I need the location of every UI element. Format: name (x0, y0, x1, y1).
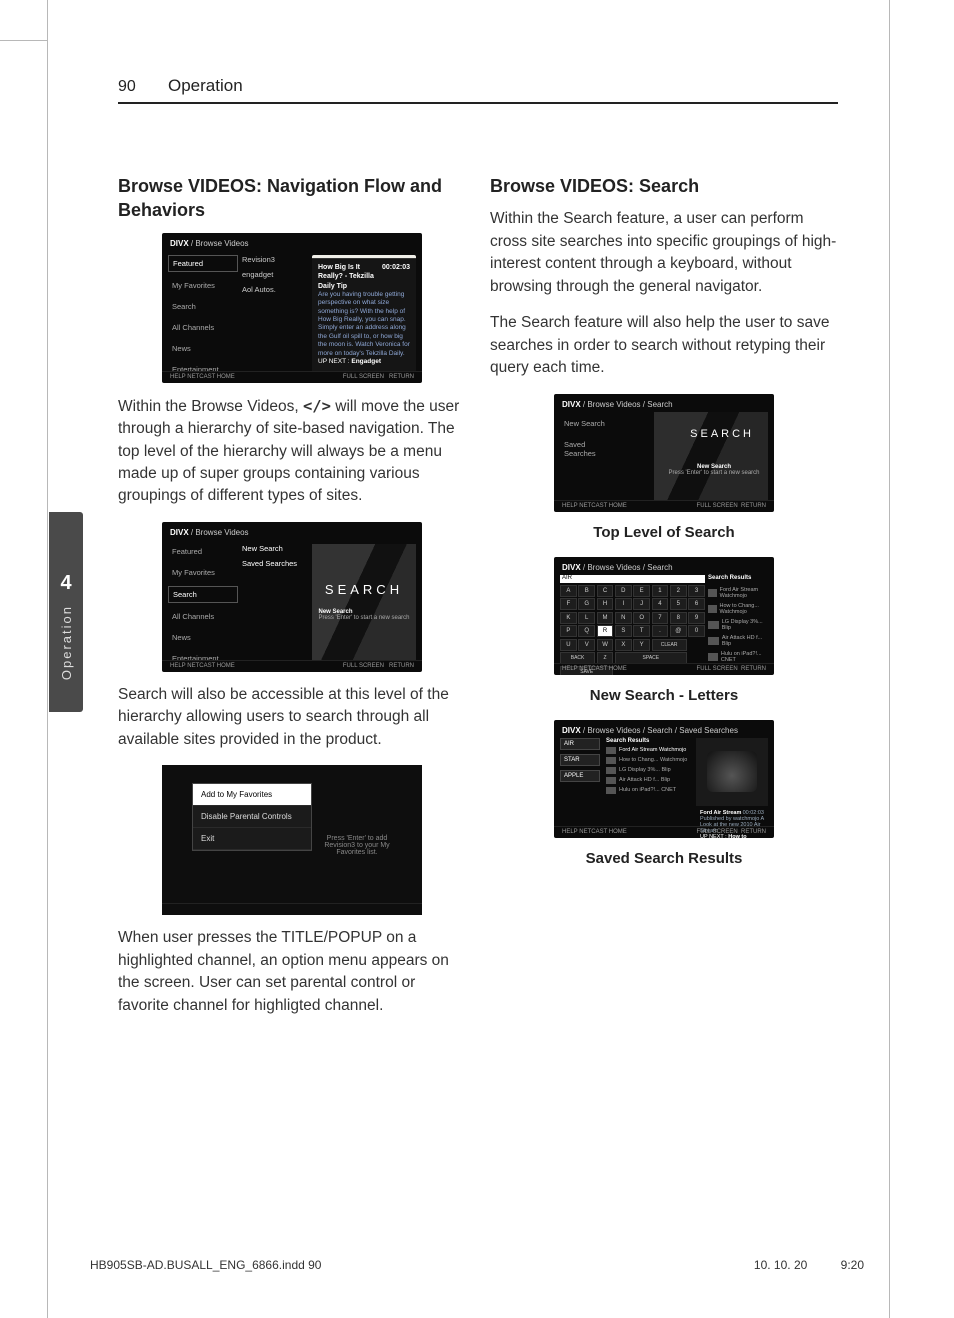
popup-menu: Add to My FavoritesDisable Parental Cont… (192, 783, 312, 851)
print-footer: HB905SB-AD.BUSALL_ENG_6866.indd 90 10. 1… (90, 1258, 864, 1272)
onscreen-keyboard: ABCDE123FGHIJ456KLMNO789PQRST.@0UVWXYCLE… (560, 585, 705, 675)
footer-time: 9:20 (841, 1258, 864, 1272)
shot2-hero: SEARCH New SearchPress 'Enter' to start … (312, 544, 416, 660)
shot1-desc: How Big Is It Really? - Tekzilla Daily T… (312, 258, 416, 370)
nav-glyph: </> (303, 397, 331, 415)
keyboard-results: Search Results Ford Air Stream Watchmojo… (708, 575, 768, 663)
chapter-label: Operation (59, 605, 74, 680)
chapter-tab: 4 Operation (49, 512, 83, 712)
running-header: 90 Operation (118, 76, 838, 96)
para-1: Within the Browse Videos, </> will move … (118, 395, 466, 508)
screenshot-saved-search: DIVX / Browse Videos / Search / Saved Se… (554, 720, 774, 838)
search-input-mock: AIR (560, 575, 705, 583)
section-title: Operation (168, 76, 243, 96)
para-r2: The Search feature will also help the us… (490, 312, 838, 379)
crop-mark-right (889, 0, 890, 1318)
screenshot-top-level-search: DIVX / Browse Videos / Search New Search… (554, 394, 774, 512)
caption-saved-search: Saved Search Results (490, 850, 838, 867)
saved-detail: Ford Air Stream00:02:03 Published by wat… (696, 808, 768, 826)
right-column: Browse VIDEOS: Search Within the Search … (490, 174, 838, 1031)
saved-queries: AIRSTARAPPLE (560, 738, 600, 782)
shot1-sidebar: FeaturedMy FavoritesSearchAll ChannelsNe… (168, 255, 238, 383)
page: 4 Operation 90 Operation Browse VIDEOS: … (0, 0, 954, 1318)
saved-preview (696, 738, 768, 806)
heading-browse-search: Browse VIDEOS: Search (490, 174, 838, 198)
left-column: Browse VIDEOS: Navigation Flow and Behav… (118, 174, 466, 1031)
caption-top-level: Top Level of Search (490, 524, 838, 541)
saved-results: Search Results Ford Air Stream Watchmojo… (606, 738, 692, 794)
caption-new-search: New Search - Letters (490, 687, 838, 704)
shot1-mid: Revision3engadgetAol Autos. (242, 255, 302, 294)
chapter-number: 4 (60, 572, 71, 595)
screenshot-search-level: DIVX / Browse Videos FeaturedMy Favorite… (162, 522, 422, 672)
screenshot-browse-featured: DIVX / Browse Videos FeaturedMy Favorite… (162, 233, 422, 383)
para-3: When user presses the TITLE/POPUP on a h… (118, 927, 466, 1017)
shot-top-left: New SearchSaved Searches (560, 416, 615, 461)
shot2-mid: New SearchSaved Searches (242, 544, 302, 568)
footer-date: 10. 10. 20 (754, 1258, 807, 1272)
content: 90 Operation Browse VIDEOS: Navigation F… (118, 76, 838, 1031)
screenshot-new-search-letters: DIVX / Browse Videos / Search AIR ABCDE1… (554, 557, 774, 675)
header-rule (118, 102, 838, 104)
page-number: 90 (118, 78, 148, 96)
para-r1: Within the Search feature, a user can pe… (490, 208, 838, 298)
shot2-sidebar: FeaturedMy FavoritesSearchAll ChannelsNe… (168, 544, 238, 672)
crop-mark-left (0, 0, 48, 1318)
footer-file: HB905SB-AD.BUSALL_ENG_6866.indd 90 (90, 1258, 321, 1272)
para-2: Search will also be accessible at this l… (118, 684, 466, 751)
screenshot-popup-menu: Add to My FavoritesDisable Parental Cont… (162, 765, 422, 915)
heading-browse-flow: Browse VIDEOS: Navigation Flow and Behav… (118, 174, 466, 223)
